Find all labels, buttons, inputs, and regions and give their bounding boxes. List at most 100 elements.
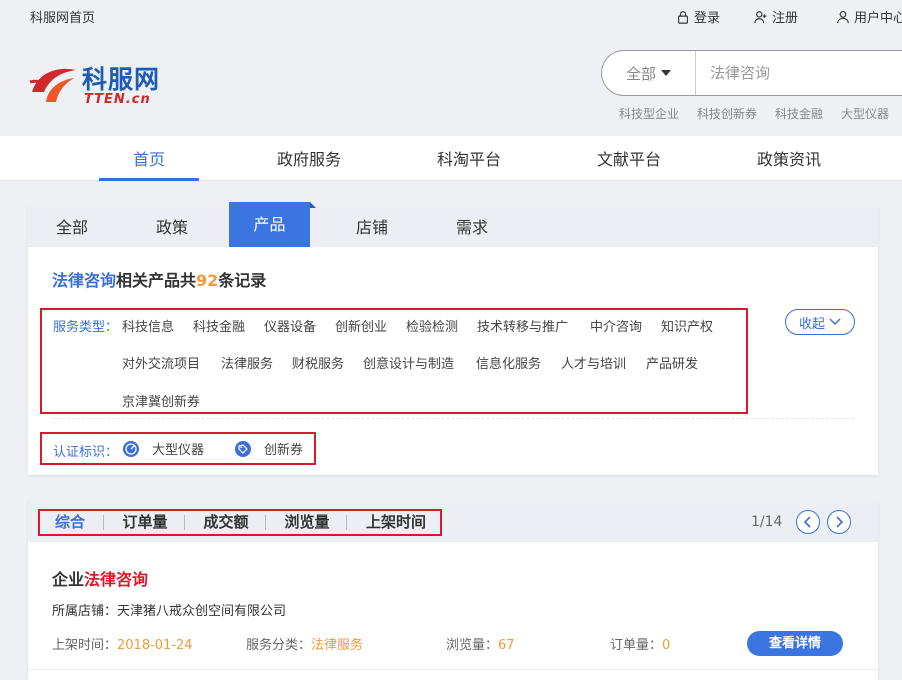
caret-down-icon xyxy=(661,70,671,76)
tab-product[interactable]: 产品 xyxy=(229,202,316,247)
filter-option[interactable]: 对外交流项目 xyxy=(122,353,200,372)
filter-option[interactable]: 知识产权 xyxy=(661,316,713,335)
view-detail-button[interactable]: 查看详情 xyxy=(747,631,843,656)
sort-separator xyxy=(265,515,266,530)
top-bar: 科服网首页 登录 注册 用户中心 xyxy=(0,0,902,32)
cert-option-voucher[interactable]: 创新券 xyxy=(234,439,303,458)
product-orders: 订单量：0 xyxy=(610,634,670,653)
product-title-prefix: 企业 xyxy=(52,570,85,589)
result-tabs: 全部 政策 产品 店铺 需求 xyxy=(28,202,878,247)
tab-policy[interactable]: 政策 xyxy=(128,207,216,247)
filter-option[interactable]: 科技信息 xyxy=(122,316,174,335)
tab-shop[interactable]: 店铺 xyxy=(328,207,416,247)
logo-text-cn: 科服网 xyxy=(82,65,161,94)
register-label: 注册 xyxy=(772,11,799,26)
service-type-filter: 服务类型： 科技信息 科技金融 仪器设备 创新创业 检验检测 技术转移与推广 中… xyxy=(40,308,748,414)
category-label: 服务分类： xyxy=(246,638,312,653)
sort-views[interactable]: 浏览量 xyxy=(270,512,344,533)
result-suffix: 条记录 xyxy=(218,271,267,290)
home-link[interactable]: 科服网首页 xyxy=(30,7,95,26)
category-value: 法律服务 xyxy=(311,638,364,653)
header: 科服网 TTEN.cn 全部 科技型企业 科技创新券 科技金融 大型仪器 xyxy=(0,32,902,136)
lock-icon xyxy=(678,10,688,24)
filter-option[interactable]: 信息化服务 xyxy=(476,353,541,372)
sort-bar: 综合 订单量 成交额 浏览量 上架时间 1/14 xyxy=(28,500,878,542)
search-scope-select[interactable]: 全部 xyxy=(602,51,696,95)
search-scope-label: 全部 xyxy=(625,64,656,83)
sort-separator xyxy=(184,515,185,530)
hot-keyword[interactable]: 科技金融 xyxy=(775,107,823,121)
filter-option[interactable]: 法律服务 xyxy=(221,353,273,372)
orders-value: 0 xyxy=(662,638,671,653)
product-category: 服务分类：法律服务 xyxy=(246,634,363,653)
sort-comprehensive[interactable]: 综合 xyxy=(42,512,98,533)
hot-keyword[interactable]: 大型仪器 xyxy=(841,107,889,121)
gauge-icon xyxy=(123,440,139,457)
shop-label: 所属店铺： xyxy=(52,604,118,619)
hot-keyword[interactable]: 科技创新券 xyxy=(697,107,757,121)
search-input[interactable] xyxy=(710,61,902,85)
sort-revenue[interactable]: 成交额 xyxy=(189,512,263,533)
filter-option[interactable]: 检验检测 xyxy=(406,316,458,335)
date-label: 上架时间： xyxy=(52,638,118,653)
nav-item-home[interactable]: 首页 xyxy=(99,136,199,181)
cert-label: 认证标识： xyxy=(53,445,119,460)
nav-item-policy-news[interactable]: 政策资讯 xyxy=(739,136,839,181)
result-mid-text: 相关产品共 xyxy=(116,271,197,290)
filter-option[interactable]: 人才与培训 xyxy=(561,353,626,372)
main-nav: 首页 政府服务 科淘平台 文献平台 政策资讯 xyxy=(0,136,902,181)
nav-item-literature[interactable]: 文献平台 xyxy=(579,136,679,181)
tag-icon xyxy=(235,440,251,457)
cert-option-label: 创新券 xyxy=(264,443,304,458)
filter-option[interactable]: 技术转移与推广 xyxy=(477,316,568,335)
register-link[interactable]: 注册 xyxy=(754,7,798,26)
page-indicator: 1/14 xyxy=(751,514,783,530)
chevron-down-icon xyxy=(829,318,841,325)
nav-item-ketao[interactable]: 科淘平台 xyxy=(419,136,519,181)
result-summary: 法律咨询相关产品共92条记录 xyxy=(52,267,266,291)
login-link[interactable]: 登录 xyxy=(676,7,720,26)
tab-demand[interactable]: 需求 xyxy=(428,207,516,247)
product-title-keyword: 法律咨询 xyxy=(84,570,149,589)
user-center-link[interactable]: 用户中心 xyxy=(836,7,902,26)
product-title[interactable]: 企业法律咨询 xyxy=(52,566,148,590)
views-value: 67 xyxy=(498,638,515,653)
certification-filter: 认证标识： 大型仪器 创新券 xyxy=(40,432,316,465)
filter-option[interactable]: 财税服务 xyxy=(292,353,344,372)
filter-option[interactable]: 仪器设备 xyxy=(264,316,316,335)
date-value: 2018-01-24 xyxy=(117,638,193,653)
collapse-button[interactable]: 收起 xyxy=(785,309,855,335)
filter-option[interactable]: 京津冀创新券 xyxy=(122,391,200,410)
filter-option[interactable]: 科技金融 xyxy=(193,316,245,335)
chevron-right-icon xyxy=(836,516,844,528)
user-add-icon xyxy=(754,10,767,23)
user-icon xyxy=(837,10,849,23)
results-card: 综合 订单量 成交额 浏览量 上架时间 1/14 企业法律咨询 所属店铺：天津猪… xyxy=(28,500,878,680)
filter-option[interactable]: 中介咨询 xyxy=(590,316,642,335)
user-center-label: 用户中心 xyxy=(854,11,902,26)
filter-divider xyxy=(52,418,854,419)
cert-option-instrument[interactable]: 大型仪器 xyxy=(122,439,204,458)
filter-option[interactable]: 创新创业 xyxy=(335,316,387,335)
sort-separator xyxy=(103,515,104,530)
row-divider xyxy=(28,669,878,670)
filter-option[interactable]: 创意设计与制造 xyxy=(363,353,454,372)
tab-all[interactable]: 全部 xyxy=(28,207,116,247)
orders-label: 订单量： xyxy=(610,638,663,653)
site-logo[interactable]: 科服网 TTEN.cn xyxy=(28,60,178,110)
sort-separator xyxy=(346,515,347,530)
logo-text-en: TTEN.cn xyxy=(84,92,151,107)
result-count: 92 xyxy=(196,271,219,290)
login-label: 登录 xyxy=(694,11,721,26)
filter-option[interactable]: 产品研发 xyxy=(646,353,698,372)
filter-card: 全部 政策 产品 店铺 需求 法律咨询相关产品共92条记录 服务类型： 科技信息… xyxy=(28,202,878,475)
next-page-button[interactable] xyxy=(827,510,851,534)
sort-orders[interactable]: 订单量 xyxy=(108,512,182,533)
product-date: 上架时间：2018-01-24 xyxy=(52,634,193,653)
hot-keyword[interactable]: 科技型企业 xyxy=(619,107,679,121)
hot-keywords: 科技型企业 科技创新券 科技金融 大型仪器 xyxy=(619,105,889,122)
sort-listing-time[interactable]: 上架时间 xyxy=(351,512,441,533)
nav-item-gov-services[interactable]: 政府服务 xyxy=(259,136,359,181)
prev-page-button[interactable] xyxy=(796,510,820,534)
shop-name[interactable]: 天津猪八戒众创空间有限公司 xyxy=(117,604,286,619)
